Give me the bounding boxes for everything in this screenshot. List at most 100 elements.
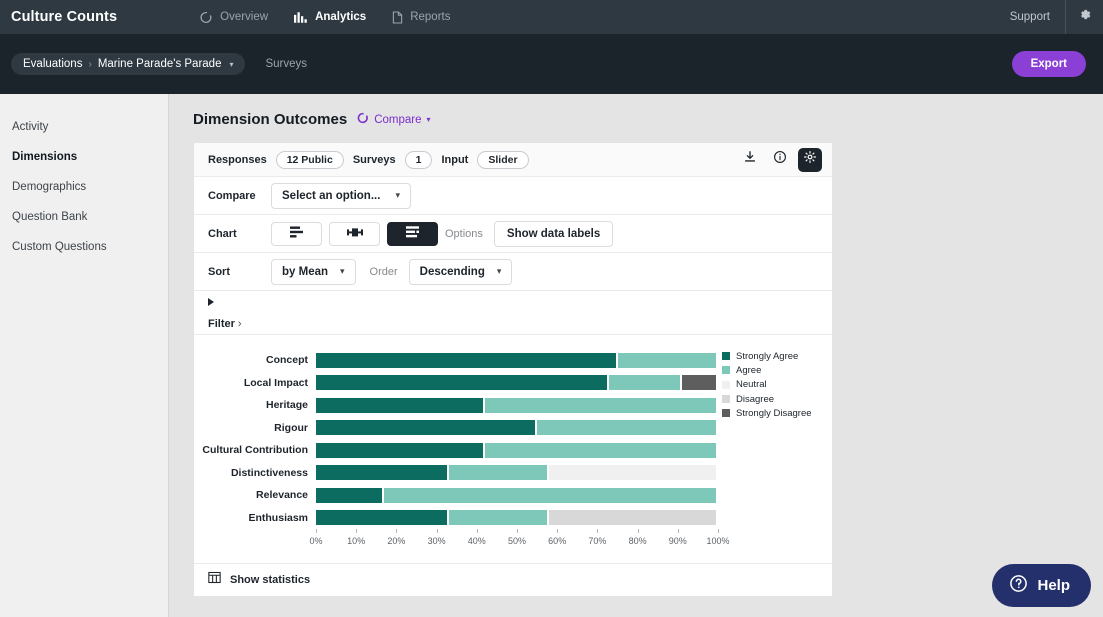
breadcrumb[interactable]: Evaluations › Marine Parade's Parade ▾ xyxy=(11,53,246,75)
chart-bar-row[interactable] xyxy=(316,417,718,440)
sort-select[interactable]: by Mean ▾ xyxy=(271,258,356,285)
chart-bar-row[interactable] xyxy=(316,394,718,417)
chart-legend: Strongly Agree Agree Neutral Disagree Strong… xyxy=(722,349,812,420)
nav-item-overview[interactable]: Overview xyxy=(200,11,268,24)
chevron-down-icon: ▾ xyxy=(340,266,345,276)
chart-bar-segment[interactable] xyxy=(537,420,716,436)
chart-bar-segment[interactable] xyxy=(681,375,716,391)
chart-bar-segment[interactable] xyxy=(316,352,616,368)
legend-swatch xyxy=(722,395,730,404)
chart-control-row: Chart Options Show data labels xyxy=(194,215,832,253)
surveys-chip[interactable]: 1 xyxy=(404,150,433,169)
document-icon xyxy=(392,10,403,24)
chart-bar-segment[interactable] xyxy=(484,397,716,413)
chevron-down-icon[interactable]: ▾ xyxy=(229,60,233,69)
help-button[interactable]: Help xyxy=(992,564,1091,607)
sidebar: Activity Dimensions Demographics Questio… xyxy=(0,94,169,617)
chart-type-stacked-bar-button[interactable] xyxy=(387,221,438,246)
responses-chip[interactable]: 12 Public xyxy=(275,150,344,169)
order-select[interactable]: Descending ▾ xyxy=(408,258,513,285)
chart-bar-row[interactable] xyxy=(316,462,718,485)
nav-item-analytics[interactable]: Analytics xyxy=(294,11,366,24)
chart-category-label: Concept xyxy=(266,354,308,367)
legend-item[interactable]: Strongly Agree xyxy=(722,349,812,363)
compare-toggle[interactable]: Compare ▾ xyxy=(357,112,431,127)
top-nav-items: Overview Analytics Reports xyxy=(200,10,450,24)
chart-category-label: Cultural Contribution xyxy=(202,444,308,457)
chart-bar-row[interactable] xyxy=(316,439,718,462)
chart-bar-segment[interactable] xyxy=(484,442,716,458)
x-axis-tick-label: 80% xyxy=(628,536,647,546)
x-axis-tick-label: 40% xyxy=(467,536,486,546)
chart-bar-segment[interactable] xyxy=(316,510,447,526)
legend-item[interactable]: Agree xyxy=(722,363,812,377)
expand-triangle-icon[interactable] xyxy=(208,298,214,306)
breadcrumb-current[interactable]: Marine Parade's Parade xyxy=(98,58,222,70)
chart-bar-row[interactable] xyxy=(316,507,718,530)
stacked-bar-chart-icon xyxy=(405,225,420,243)
show-data-labels-button[interactable]: Show data labels xyxy=(493,220,614,247)
box-plot-chart-icon xyxy=(346,225,363,243)
show-statistics-row[interactable]: Show statistics xyxy=(194,564,832,596)
x-axis-tick xyxy=(718,529,719,533)
chart-bar-segment[interactable] xyxy=(316,397,483,413)
legend-item[interactable]: Strongly Disagree xyxy=(722,406,812,420)
chart-plot-area xyxy=(316,349,718,529)
support-link[interactable]: Support xyxy=(1010,11,1065,23)
download-icon xyxy=(743,150,757,169)
chart-type-box-plot-button[interactable] xyxy=(329,221,380,246)
top-nav-right: Support xyxy=(1010,0,1103,34)
sidebar-item-custom-questions[interactable]: Custom Questions xyxy=(0,232,168,262)
chart-category-labels: Concept Local Impact Heritage Rigour Cultura… xyxy=(194,349,316,529)
chart-bar-row[interactable] xyxy=(316,484,718,507)
chart-category-label: Local Impact xyxy=(243,376,308,389)
input-chip[interactable]: Slider xyxy=(477,150,529,169)
settings-button[interactable] xyxy=(1065,0,1103,34)
chart-type-grouped-bar-button[interactable] xyxy=(271,221,322,246)
chart-bar-segment[interactable] xyxy=(609,375,680,391)
question-circle-icon xyxy=(1009,574,1028,597)
chevron-down-icon: ▾ xyxy=(496,266,502,276)
x-axis-tick-label: 0% xyxy=(309,536,323,546)
chart-bar-segment[interactable] xyxy=(316,375,608,391)
sidebar-item-question-bank[interactable]: Question Bank xyxy=(0,202,168,232)
table-icon xyxy=(208,571,221,589)
sort-control-row: Sort by Mean ▾ Order Descending ▾ xyxy=(194,253,832,291)
chart-bar-segment[interactable] xyxy=(316,420,536,436)
info-button[interactable] xyxy=(768,148,792,172)
sidebar-item-activity[interactable]: Activity xyxy=(0,112,168,142)
help-label: Help xyxy=(1037,577,1070,594)
chart-settings-button[interactable] xyxy=(798,147,822,172)
chevron-down-icon: ▾ xyxy=(426,115,431,124)
chart-bar-segment[interactable] xyxy=(316,465,447,481)
sort-select-value: by Mean xyxy=(282,265,329,278)
surveys-link[interactable]: Surveys xyxy=(265,58,307,70)
chart-bar-segment[interactable] xyxy=(448,465,548,481)
chart-area: Concept Local Impact Heritage Rigour Cultura… xyxy=(194,335,832,564)
export-button[interactable]: Export xyxy=(1011,51,1086,77)
x-axis-tick-label: 10% xyxy=(347,536,366,546)
download-button[interactable] xyxy=(738,148,762,172)
x-axis-tick xyxy=(597,529,599,533)
filter-toggle[interactable]: Filter › xyxy=(208,318,242,330)
chart-bar-row[interactable] xyxy=(316,372,718,395)
chart-bar-segment[interactable] xyxy=(617,352,716,368)
chart-bar-segment[interactable] xyxy=(549,510,716,526)
chart-bar-segment[interactable] xyxy=(384,487,716,503)
chart-category-label: Rigour xyxy=(274,421,308,434)
legend-label: Agree xyxy=(736,364,762,376)
x-axis-tick xyxy=(356,529,358,533)
legend-swatch xyxy=(722,409,730,418)
chart-bar-segment[interactable] xyxy=(549,465,716,481)
nav-item-reports[interactable]: Reports xyxy=(392,10,450,24)
sidebar-item-dimensions[interactable]: Dimensions xyxy=(0,142,168,172)
chart-bar-segment[interactable] xyxy=(448,510,548,526)
compare-select[interactable]: Select an option... ▾ xyxy=(271,182,411,209)
legend-item[interactable]: Disagree xyxy=(722,392,812,406)
breadcrumb-root[interactable]: Evaluations xyxy=(23,58,82,70)
chart-bar-segment[interactable] xyxy=(316,487,383,503)
chart-bar-segment[interactable] xyxy=(316,442,483,458)
sidebar-item-demographics[interactable]: Demographics xyxy=(0,172,168,202)
chart-bar-row[interactable] xyxy=(316,349,718,372)
legend-item[interactable]: Neutral xyxy=(722,378,812,392)
